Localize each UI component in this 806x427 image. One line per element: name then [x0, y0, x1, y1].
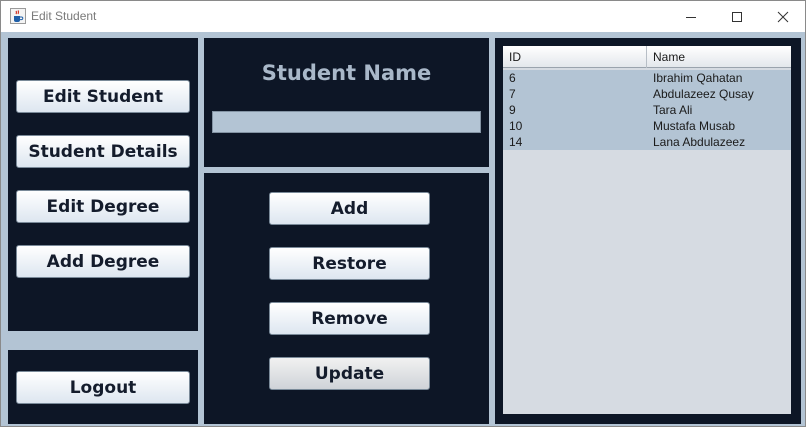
cell-id: 9 — [509, 103, 516, 117]
cell-name: Ibrahim Qahatan — [653, 71, 743, 85]
edit-degree-button[interactable]: Edit Degree — [16, 190, 190, 223]
table-row[interactable]: 9 Tara Ali — [503, 102, 791, 118]
close-icon — [777, 11, 789, 22]
column-header-id[interactable]: ID — [503, 46, 647, 68]
navigation-panel: Edit Student Student Details Edit Degree… — [8, 38, 198, 331]
cell-id: 10 — [509, 119, 523, 133]
student-details-button[interactable]: Student Details — [16, 135, 190, 168]
student-name-heading: Student Name — [261, 61, 432, 85]
edit-student-button[interactable]: Edit Student — [16, 80, 190, 113]
minimize-icon — [686, 16, 696, 18]
restore-button[interactable]: Restore — [269, 247, 430, 280]
close-button[interactable] — [760, 1, 806, 32]
cell-name: Abdulazeez Qusay — [653, 87, 754, 101]
update-button[interactable]: Update — [269, 357, 430, 390]
actions-panel: Add Restore Remove Update — [204, 173, 489, 424]
logout-panel: Logout — [8, 350, 198, 424]
student-name-panel: Student Name — [204, 38, 489, 167]
student-name-input[interactable] — [212, 111, 481, 133]
java-coffee-cup-icon — [10, 8, 26, 24]
table-row[interactable]: 7 Abdulazeez Qusay — [503, 86, 791, 102]
table-header: ID Name — [503, 46, 791, 68]
window-title: Edit Student — [31, 9, 97, 23]
table-row[interactable]: 6 Ibrahim Qahatan — [503, 70, 791, 86]
maximize-icon — [732, 11, 742, 22]
minimize-button[interactable] — [668, 1, 714, 32]
students-table[interactable]: ID Name 6 Ibrahim Qahatan 7 Abdulazeez Q… — [503, 46, 791, 414]
logout-button[interactable]: Logout — [16, 371, 190, 404]
cell-id: 6 — [509, 71, 516, 85]
maximize-button[interactable] — [714, 1, 760, 32]
remove-button[interactable]: Remove — [269, 302, 430, 335]
table-row[interactable]: 14 Lana Abdulazeez — [503, 134, 791, 150]
cell-name: Lana Abdulazeez — [653, 135, 746, 149]
title-bar: Edit Student — [1, 1, 805, 32]
add-degree-button[interactable]: Add Degree — [16, 245, 190, 278]
cell-name: Tara Ali — [653, 103, 693, 117]
cell-id: 7 — [509, 87, 516, 101]
add-button[interactable]: Add — [269, 192, 430, 225]
cell-id: 14 — [509, 135, 523, 149]
edit-student-window: Edit Student Edit Student Student Detail… — [0, 0, 806, 427]
table-row[interactable]: 10 Mustafa Musab — [503, 118, 791, 134]
column-header-name[interactable]: Name — [647, 46, 791, 68]
cell-name: Mustafa Musab — [653, 119, 736, 133]
